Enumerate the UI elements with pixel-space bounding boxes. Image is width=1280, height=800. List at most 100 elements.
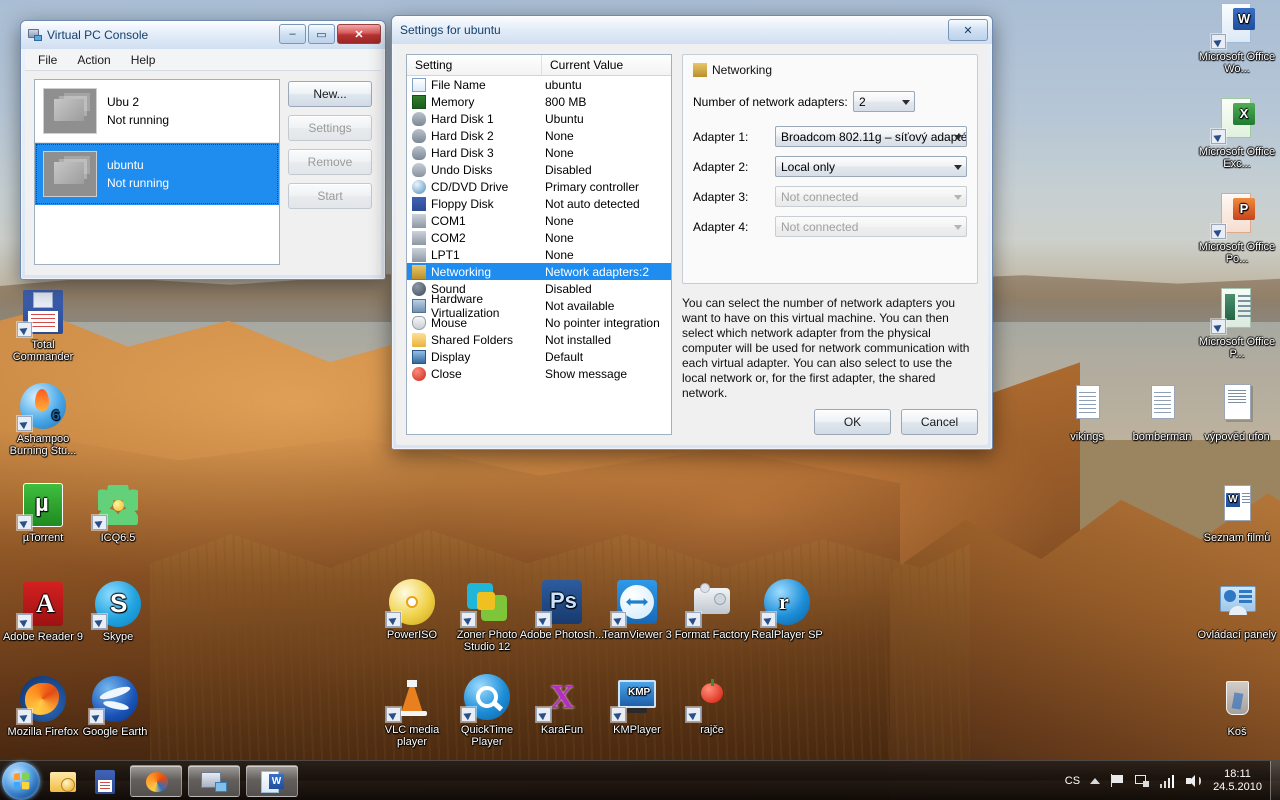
table-row[interactable]: Hardware Virtualization Not available (407, 292, 671, 320)
ms-powerpoint-icon: P (1211, 190, 1261, 239)
menu-bar[interactable]: File Action Help (25, 49, 381, 71)
settings-list[interactable]: Setting Current Value File Name ubuntu Me… (406, 54, 672, 435)
group-title-label: Networking (712, 63, 773, 77)
start-button[interactable]: Start (288, 183, 372, 209)
adapter-2-dropdown[interactable]: Local only (775, 156, 967, 177)
desktop-icon-label: výpověd ufon (1204, 431, 1270, 443)
desktop-icon-vikings[interactable]: vikings (1044, 380, 1130, 443)
menu-item-action[interactable]: Action (68, 50, 119, 70)
teamviewer-icon (611, 578, 661, 627)
table-row[interactable]: COM2 None (407, 229, 671, 246)
table-row[interactable]: Close Show message (407, 365, 671, 382)
show-desktop-button[interactable] (1270, 761, 1280, 800)
desktop-icon-photoshop[interactable]: Ps Adobe Photosh... (519, 578, 605, 641)
desktop-icon-icq[interactable]: ICQ6.5 (75, 481, 161, 544)
maximize-button[interactable]: ▭ (308, 24, 335, 44)
desktop-icon-recycle-bin[interactable]: Koš (1194, 675, 1280, 738)
desktop-icon-ms-publisher[interactable]: Microsoft Office P... (1194, 285, 1280, 360)
table-row-selected[interactable]: Networking Network adapters:2 (407, 263, 671, 280)
quicklaunch-outlook[interactable] (44, 764, 82, 798)
vm-list[interactable]: Ubu 2 Not running ubuntu Not running (34, 79, 280, 265)
table-row[interactable]: File Name ubuntu (407, 76, 671, 93)
setting-value: None (545, 145, 574, 160)
table-row[interactable]: Hard Disk 3 None (407, 144, 671, 161)
table-row[interactable]: Memory 800 MB (407, 93, 671, 110)
ok-button[interactable]: OK (814, 409, 891, 435)
table-row[interactable]: Mouse No pointer integration (407, 314, 671, 331)
desktop-icon-format-factory[interactable]: Format Factory (669, 578, 755, 641)
adapter-count-dropdown[interactable]: 2 (853, 91, 915, 112)
adapter-3-dropdown[interactable]: Not connected (775, 186, 967, 207)
table-row[interactable]: Hard Disk 1 Ubuntu (407, 110, 671, 127)
list-item[interactable]: ubuntu Not running (35, 143, 279, 205)
network-button[interactable] (1130, 761, 1155, 800)
close-button[interactable]: ✕ (948, 19, 988, 41)
desktop-icon-realplayer[interactable]: r RealPlayer SP (744, 578, 830, 641)
desktop-icon-vlc[interactable]: VLC media player (369, 673, 455, 748)
close-button[interactable]: ✕ (337, 24, 381, 44)
settings-button[interactable]: Settings (288, 115, 372, 141)
desktop-icon-zoner-photo-studio[interactable]: Zoner Photo Studio 12 (444, 578, 530, 653)
settings-dialog-window[interactable]: Settings for ubuntu ✕ Setting Current Va… (391, 15, 993, 450)
virtual-pc-console-window[interactable]: Virtual PC Console – ▭ ✕ File Action Hel… (20, 20, 386, 280)
clock[interactable]: 18:11 24.5.2010 (1207, 768, 1270, 794)
table-row[interactable]: CD/DVD Drive Primary controller (407, 178, 671, 195)
desktop-icon-vypoved-ufon[interactable]: výpověd ufon (1194, 380, 1280, 443)
desktop-icon-rajce[interactable]: rajče (669, 673, 755, 736)
start-button[interactable] (2, 761, 40, 800)
setting-name: COM2 (431, 230, 466, 245)
shortcut-overlay-icon (461, 612, 476, 627)
menu-item-help[interactable]: Help (122, 50, 165, 70)
window-title-bar[interactable]: Settings for ubuntu ✕ (392, 16, 992, 44)
desktop-icon-ms-word[interactable]: W Microsoft Office Wo... (1194, 0, 1280, 75)
taskbar-button-firefox[interactable] (130, 764, 182, 797)
desktop-icon-quicktime[interactable]: QuickTime Player (444, 673, 530, 748)
desktop-icon-kmplayer[interactable]: KMP KMPlayer (594, 673, 680, 736)
table-row[interactable]: COM1 None (407, 212, 671, 229)
desktop-background[interactable]: Total Commander 6 Ashampoo Burning Stu..… (0, 0, 1280, 800)
table-row[interactable]: LPT1 None (407, 246, 671, 263)
desktop-icon-google-earth[interactable]: Google Earth (72, 675, 158, 738)
action-center-button[interactable] (1105, 761, 1130, 800)
table-row[interactable]: Floppy Disk Not auto detected (407, 195, 671, 212)
table-row[interactable]: Undo Disks Disabled (407, 161, 671, 178)
taskbar[interactable]: W CS 18:11 24.5.2010 (0, 760, 1280, 800)
window-controls[interactable]: – ▭ ✕ (279, 24, 381, 44)
desktop-icon-karafun[interactable]: X KaraFun (519, 673, 605, 736)
desktop-icon-utorrent[interactable]: µ µTorrent (0, 481, 86, 544)
desktop-icon-ashampoo[interactable]: 6 Ashampoo Burning Stu... (0, 382, 86, 457)
table-row[interactable]: Display Default (407, 348, 671, 365)
remove-button[interactable]: Remove (288, 149, 372, 175)
cancel-button[interactable]: Cancel (901, 409, 978, 435)
language-indicator[interactable]: CS (1060, 761, 1085, 800)
window-controls[interactable]: ✕ (948, 19, 988, 41)
desktop-icon-ms-excel[interactable]: X Microsoft Office Exc... (1194, 95, 1280, 170)
desktop-icon-ms-powerpoint[interactable]: P Microsoft Office Po... (1194, 190, 1280, 265)
desktop-icon-control-panel[interactable]: Ovládací panely (1194, 578, 1280, 641)
taskbar-button-virtual-pc[interactable] (188, 764, 240, 797)
new-button[interactable]: New... (288, 81, 372, 107)
adapter-1-dropdown[interactable]: Broadcom 802.11g – síťový adapté (775, 126, 967, 147)
desktop-icon-adobe-reader[interactable]: A Adobe Reader 9 (0, 580, 86, 643)
quicklaunch-total-commander[interactable] (86, 764, 124, 798)
window-title-bar[interactable]: Virtual PC Console – ▭ ✕ (21, 21, 385, 49)
recycle-bin-icon (1213, 675, 1261, 723)
system-tray[interactable]: CS 18:11 24.5.2010 (1060, 761, 1280, 800)
list-item[interactable]: Ubu 2 Not running (35, 80, 279, 142)
desktop-icon-teamviewer[interactable]: TeamViewer 3 (594, 578, 680, 641)
table-row[interactable]: Shared Folders Not installed (407, 331, 671, 348)
adapter-4-dropdown[interactable]: Not connected (775, 216, 967, 237)
minimize-button[interactable]: – (279, 24, 306, 44)
show-hidden-icons-button[interactable] (1085, 761, 1105, 800)
desktop-icon-poweriso[interactable]: PowerISO (369, 578, 455, 641)
desktop-icon-bomberman[interactable]: bomberman (1119, 380, 1205, 443)
vm-status: Not running (107, 176, 170, 190)
signal-strength-button[interactable] (1155, 761, 1181, 800)
desktop-icon-skype[interactable]: S Skype (75, 580, 161, 643)
volume-button[interactable] (1181, 761, 1207, 800)
table-row[interactable]: Hard Disk 2 None (407, 127, 671, 144)
taskbar-button-word[interactable]: W (246, 764, 298, 797)
desktop-icon-total-commander[interactable]: Total Commander (0, 288, 86, 363)
menu-item-file[interactable]: File (29, 50, 66, 70)
desktop-icon-seznam-filmu[interactable]: W Seznam filmů (1194, 481, 1280, 544)
